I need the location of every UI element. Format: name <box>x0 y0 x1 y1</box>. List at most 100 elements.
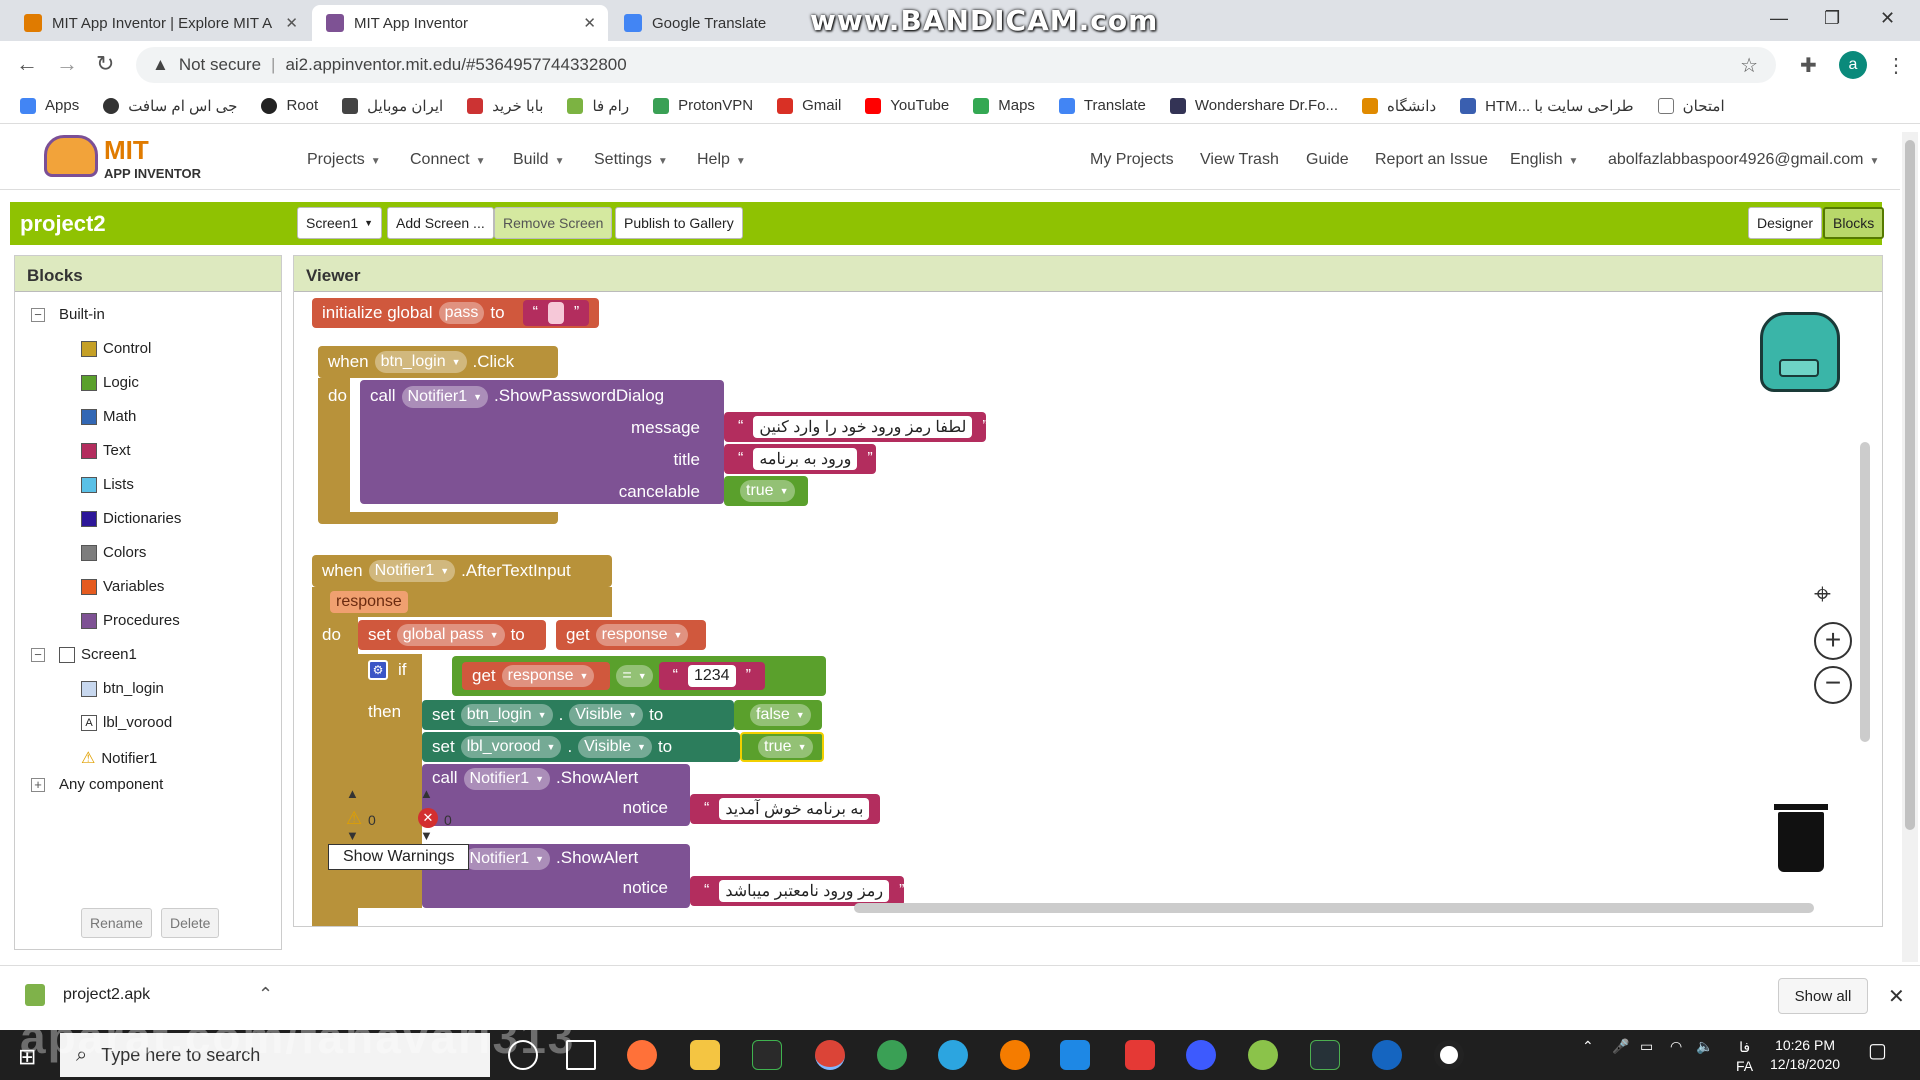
builtin-group[interactable]: − Built-in <box>31 306 105 323</box>
bookmark-html-design[interactable]: HTM... طراحی سایت با <box>1460 97 1634 115</box>
close-icon[interactable]: ✕ <box>285 14 298 32</box>
language-menu[interactable]: English ▼ <box>1510 151 1578 169</box>
file-explorer-icon[interactable] <box>690 1040 720 1070</box>
welcome-text-block[interactable]: “به برنامه خوش آمدید” <box>690 794 885 824</box>
warning-up-arrow-icon[interactable]: ▲ <box>346 786 359 801</box>
bookmark-baba-kharid[interactable]: بابا خرید <box>467 97 543 115</box>
screen1-group[interactable]: − Screen1 <box>31 646 137 663</box>
component-dropdown[interactable]: btn_login ▼ <box>374 351 467 373</box>
publish-gallery-button[interactable]: Publish to Gallery <box>615 207 743 239</box>
menu-connect[interactable]: Connect ▼ <box>410 151 486 169</box>
tab-google-translate[interactable]: Google Translate <box>610 5 810 41</box>
notifier-dropdown[interactable]: Notifier1 ▼ <box>463 848 551 870</box>
windows-start-icon[interactable]: ⊞ <box>18 1044 36 1070</box>
rename-button[interactable]: Rename <box>81 908 152 938</box>
operator-dropdown[interactable]: = ▼ <box>616 665 653 687</box>
avatar[interactable]: a <box>1839 51 1867 79</box>
app-icon[interactable] <box>1060 1040 1090 1070</box>
firefox-icon[interactable] <box>627 1040 657 1070</box>
global-name-field[interactable]: pass <box>438 302 485 324</box>
true-block-selected[interactable]: true ▼ <box>740 732 824 762</box>
palette-control[interactable]: Control <box>81 340 151 357</box>
text-1234-block[interactable]: “1234” <box>658 662 765 690</box>
empty-text-block[interactable]: “” <box>522 300 590 326</box>
bookmark-protonvpn[interactable]: ProtonVPN <box>653 97 753 114</box>
link-view-trash[interactable]: View Trash <box>1200 151 1279 169</box>
bookmark-maps[interactable]: Maps <box>973 97 1035 114</box>
show-password-dialog-block[interactable]: call Notifier1 ▼ .ShowPasswordDialog mess… <box>360 380 724 504</box>
download-item[interactable]: project2.apk <box>25 984 150 1006</box>
variable-dropdown[interactable]: response ▼ <box>595 624 689 646</box>
component-btn-login[interactable]: btn_login <box>81 680 164 697</box>
link-guide[interactable]: Guide <box>1306 151 1349 169</box>
close-icon[interactable]: ✕ <box>1888 984 1905 1009</box>
workspace-vertical-scrollbar[interactable] <box>1860 442 1870 742</box>
variable-dropdown[interactable]: response ▼ <box>501 665 595 687</box>
initialize-global-block[interactable]: initialize global pass to “” <box>312 298 600 328</box>
anydesk-icon[interactable] <box>1125 1040 1155 1070</box>
menu-settings[interactable]: Settings ▼ <box>594 151 668 169</box>
compare-block[interactable]: get response ▼ = ▼ “1234” <box>452 656 826 696</box>
telegram-icon[interactable] <box>938 1040 968 1070</box>
microphone-icon[interactable]: 🎤 <box>1612 1038 1629 1055</box>
trash-icon[interactable] <box>1774 804 1828 872</box>
expand-icon[interactable]: + <box>31 777 45 792</box>
invalid-password-text-block[interactable]: “رمز ورود نامعتبر میباشد” <box>690 876 904 906</box>
forward-icon[interactable]: → <box>56 51 78 77</box>
boolean-dropdown[interactable]: true ▼ <box>740 480 795 502</box>
cancelable-true-block[interactable]: true ▼ <box>724 476 808 506</box>
notifications-icon[interactable]: ▢ <box>1868 1038 1887 1063</box>
tray-chevron-icon[interactable]: ⌃ <box>1582 1038 1594 1055</box>
component-lbl-vorood[interactable]: Albl_vorood <box>81 714 172 731</box>
bookmark-ram-fa[interactable]: رام فا <box>567 97 629 115</box>
collapse-icon[interactable]: − <box>31 647 45 662</box>
blocks-button[interactable]: Blocks <box>1823 207 1885 239</box>
system-clock[interactable]: 10:26 PM 12/18/2020 <box>1770 1036 1840 1074</box>
app-inventor-logo[interactable]: MIT APP INVENTOR <box>44 133 204 183</box>
palette-dictionaries[interactable]: Dictionaries <box>81 510 181 527</box>
palette-variables[interactable]: Variables <box>81 578 164 595</box>
nox-icon[interactable] <box>1310 1040 1340 1070</box>
account-menu[interactable]: abolfazlabbaspoor4926@gmail.com ▼ <box>1608 151 1879 169</box>
set-lbl-vorood-visible-block[interactable]: set lbl_vorood ▼ . Visible ▼ to <box>422 732 740 762</box>
zoom-out-icon[interactable]: − <box>1814 666 1852 704</box>
back-icon[interactable]: ← <box>16 51 38 77</box>
taskbar-search-input[interactable]: ⌕ Type here to search <box>60 1033 490 1077</box>
screen-select[interactable]: Screen1 ▼ <box>297 207 383 239</box>
extensions-icon[interactable]: ✚ <box>1800 53 1817 78</box>
notifier-dropdown[interactable]: Notifier1 ▼ <box>401 386 489 408</box>
error-down-arrow-icon[interactable]: ▼ <box>420 828 433 843</box>
recenter-icon[interactable]: ⌖ <box>1814 578 1831 612</box>
protonvpn-icon[interactable] <box>877 1040 907 1070</box>
get-response-block[interactable]: get response ▼ <box>462 662 611 690</box>
close-window-icon[interactable]: ✕ <box>1880 8 1895 29</box>
component-dropdown[interactable]: lbl_vorood ▼ <box>460 736 562 758</box>
palette-text[interactable]: Text <box>81 442 131 459</box>
param-response[interactable]: response <box>330 591 408 613</box>
menu-help[interactable]: Help ▼ <box>697 151 746 169</box>
minimize-icon[interactable]: — <box>1770 8 1788 29</box>
language-indicator[interactable]: فا FA <box>1736 1038 1753 1076</box>
backpack-icon[interactable] <box>1760 312 1840 392</box>
link-my-projects[interactable]: My Projects <box>1090 151 1174 169</box>
zoom-in-icon[interactable]: + <box>1814 622 1852 660</box>
close-icon[interactable]: ✕ <box>583 14 596 32</box>
bookmark-exam[interactable]: امتحان <box>1657 97 1725 115</box>
designer-button[interactable]: Designer <box>1748 207 1823 239</box>
app-icon[interactable] <box>752 1040 782 1070</box>
menu-projects[interactable]: Projects ▼ <box>307 151 381 169</box>
set-btn-login-visible-block[interactable]: set btn_login ▼ . Visible ▼ to <box>422 700 734 730</box>
bookmark-star-icon[interactable]: ☆ <box>1740 53 1758 78</box>
message-text-block[interactable]: “لطفا رمز ورود خود را وارد کنین” <box>724 412 988 442</box>
volume-icon[interactable]: 🔈 <box>1696 1038 1713 1055</box>
show-alert-welcome-block[interactable]: call Notifier1 ▼ .ShowAlert notice <box>422 764 690 826</box>
bookmark-university[interactable]: دانشگاه <box>1362 97 1436 115</box>
app-icon[interactable] <box>1186 1040 1216 1070</box>
bookmark-iran-mobile[interactable]: ایران موبایل <box>342 97 443 115</box>
palette-lists[interactable]: Lists <box>81 476 134 493</box>
mutator-gear-icon[interactable]: ⚙ <box>368 660 388 680</box>
tab-mit-app-inventor[interactable]: MIT App Inventor ✕ <box>312 5 608 41</box>
bookmark-gmail[interactable]: Gmail <box>777 97 841 114</box>
error-up-arrow-icon[interactable]: ▲ <box>420 786 433 801</box>
bookmark-root[interactable]: Root <box>261 97 318 114</box>
